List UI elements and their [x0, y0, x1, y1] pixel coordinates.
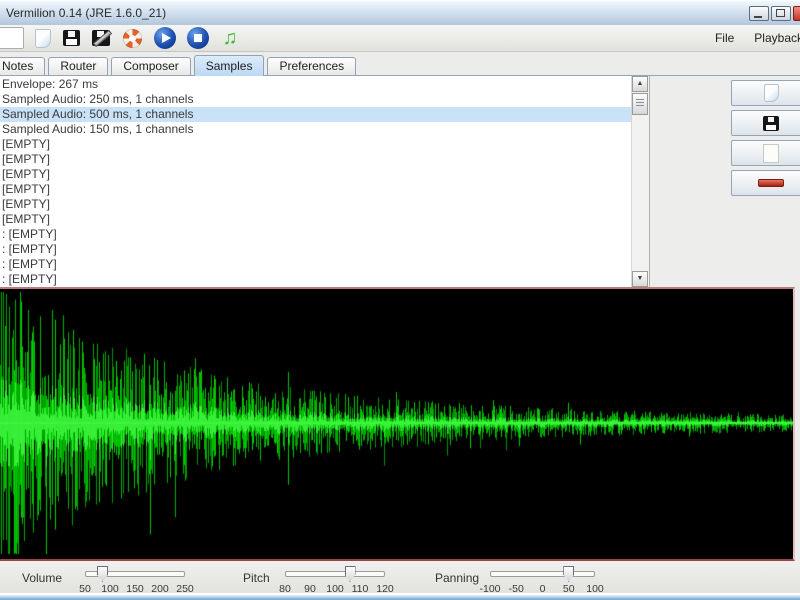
new-sample-button[interactable]	[731, 140, 800, 166]
panning-tick-label: 100	[586, 583, 604, 595]
delete-sample-icon	[758, 179, 784, 187]
sample-row[interactable]: [EMPTY]	[0, 137, 632, 152]
sample-row[interactable]: Envelope: 267 ms	[0, 77, 632, 92]
close-button[interactable]	[793, 6, 800, 21]
note-icon	[220, 27, 240, 49]
help-button[interactable]	[118, 26, 147, 50]
volume-tick-label: 250	[176, 583, 194, 595]
panning-tick-label: -100	[479, 583, 500, 595]
list-scrollbar[interactable]: ▲ ▼	[631, 76, 649, 287]
pitch-label: Pitch	[243, 571, 270, 585]
panning-tick-label: -50	[509, 583, 524, 595]
open-project-button[interactable]	[30, 26, 56, 50]
waveform-canvas[interactable]	[0, 289, 793, 559]
sample-row[interactable]: [EMPTY]	[0, 197, 632, 212]
stop-icon	[187, 27, 209, 49]
title-bar[interactable]: Vermilion 0.14 (JRE 1.6.0_21)	[0, 0, 800, 25]
load-sample-button[interactable]	[731, 80, 800, 106]
panning-slider[interactable]: -100-50050100	[490, 565, 595, 591]
save-sample-button[interactable]	[731, 110, 800, 136]
samples-list: Envelope: 267 msSampled Audio: 250 ms, 1…	[0, 77, 632, 287]
volume-slider-thumb[interactable]	[97, 566, 108, 582]
volume-slider[interactable]: 50100150200250	[85, 565, 185, 591]
volume-tick-label: 150	[126, 583, 144, 595]
sample-row[interactable]: [EMPTY]	[0, 212, 632, 227]
sample-row[interactable]: [EMPTY]	[0, 152, 632, 167]
minimize-button[interactable]	[749, 6, 769, 21]
toolbar-clipped-field[interactable]	[0, 27, 24, 49]
playback-controls-bar: Volume50100150200250Pitch8090100110120Pa…	[0, 561, 800, 593]
pitch-tick-label: 110	[352, 583, 369, 595]
save-project-button[interactable]	[59, 26, 84, 50]
samples-tab-content: Envelope: 267 msSampled Audio: 250 ms, 1…	[0, 76, 800, 287]
sample-row[interactable]: [EMPTY]	[0, 182, 632, 197]
volume-tick-label: 100	[101, 583, 119, 595]
volume-label: Volume	[22, 571, 62, 585]
waveform-panel[interactable]	[0, 287, 795, 561]
life-ring-icon	[123, 29, 142, 48]
window-frame-bottom	[0, 595, 800, 600]
tab-bar: NotesRouterComposerSamplesPreferences	[0, 52, 800, 76]
tab-composer[interactable]: Composer	[111, 57, 190, 75]
play-button[interactable]	[150, 26, 180, 50]
panning-tick-label: 50	[563, 583, 575, 595]
scrollbar-thumb[interactable]	[632, 93, 648, 115]
pitch-tick-label: 120	[376, 583, 394, 595]
pitch-tick-label: 80	[279, 583, 291, 595]
sample-row[interactable]: : [EMPTY]	[0, 242, 632, 257]
sample-row[interactable]: Sampled Audio: 500 ms, 1 channels	[0, 107, 632, 122]
tab-preferences[interactable]: Preferences	[267, 57, 356, 75]
pitch-slider[interactable]: 8090100110120	[285, 565, 385, 591]
tab-router[interactable]: Router	[48, 57, 108, 75]
save-sample-icon	[763, 116, 779, 131]
tab-notes[interactable]: Notes	[0, 57, 45, 75]
load-sample-icon	[764, 84, 779, 102]
toolbar	[30, 26, 244, 50]
panning-slider-thumb[interactable]	[563, 566, 574, 582]
pitch-slider-track[interactable]	[285, 571, 385, 577]
stop-button[interactable]	[183, 26, 213, 50]
volume-tick-label: 50	[79, 583, 91, 595]
pitch-slider-thumb[interactable]	[345, 566, 356, 582]
pitch-tick-label: 100	[326, 583, 344, 595]
sample-row[interactable]: : [EMPTY]	[0, 227, 632, 242]
pitch-tick-label: 90	[304, 583, 316, 595]
menu-toolbar-row: File Playback	[0, 25, 800, 52]
sample-row[interactable]: Sampled Audio: 150 ms, 1 channels	[0, 122, 632, 137]
new-sample-icon	[763, 144, 779, 163]
sample-row[interactable]: : [EMPTY]	[0, 257, 632, 272]
open-icon	[35, 29, 51, 48]
menu-playback[interactable]: Playback	[752, 29, 800, 47]
panning-slider-track[interactable]	[490, 571, 595, 577]
play-icon	[154, 27, 176, 49]
delete-sample-button[interactable]	[731, 170, 800, 196]
screen: { "titlebar": { "title": "Vermilion 0.14…	[0, 0, 800, 600]
scroll-up-icon[interactable]: ▲	[632, 76, 648, 92]
volume-tick-label: 200	[151, 583, 169, 595]
menu-file[interactable]: File	[713, 29, 736, 47]
sample-row[interactable]: [EMPTY]	[0, 167, 632, 182]
floppy-icon	[63, 30, 80, 46]
sample-row[interactable]: : [EMPTY]	[0, 272, 632, 287]
maximize-button[interactable]	[771, 6, 791, 21]
window-title: Vermilion 0.14 (JRE 1.6.0_21)	[6, 6, 166, 20]
save-project-as-button[interactable]	[87, 26, 115, 50]
panning-label: Panning	[435, 571, 479, 585]
floppy-pencil-icon	[92, 30, 110, 46]
sample-action-buttons	[731, 80, 800, 196]
app-window: Vermilion 0.14 (JRE 1.6.0_21) File Playba…	[0, 0, 800, 597]
sample-actions-panel	[650, 76, 800, 287]
samples-list-panel: Envelope: 267 msSampled Audio: 250 ms, 1…	[0, 76, 650, 287]
window-controls	[749, 6, 800, 21]
menu-bar: File Playback	[713, 25, 800, 51]
tab-samples[interactable]: Samples	[194, 55, 265, 76]
panning-tick-label: 0	[540, 583, 546, 595]
sample-row[interactable]: Sampled Audio: 250 ms, 1 channels	[0, 92, 632, 107]
audition-button[interactable]	[216, 26, 244, 50]
scroll-down-icon[interactable]: ▼	[632, 271, 648, 287]
